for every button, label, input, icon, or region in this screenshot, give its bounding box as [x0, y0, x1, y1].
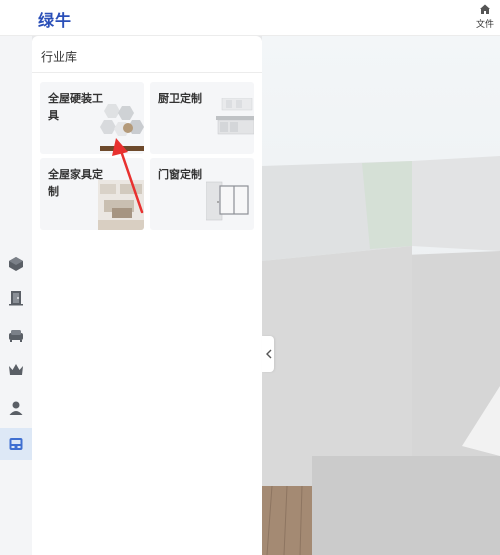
furniture-thumbnail [98, 180, 144, 230]
panel-title: 行业库 [41, 50, 78, 64]
rail-item-door[interactable] [0, 282, 32, 314]
rail-item-furniture[interactable] [0, 319, 32, 351]
crown-icon [9, 364, 23, 375]
rail-item-industry-library[interactable] [0, 428, 32, 460]
app-logo[interactable]: 绿牛 [38, 7, 72, 31]
top-bar: 绿牛 文件 [0, 0, 500, 36]
card-label: 全屋硬装工具 [48, 92, 103, 122]
chevron-left-icon [265, 349, 271, 359]
viewport-scene [262, 156, 500, 555]
door-icon [9, 291, 23, 306]
card-kitchen-bath-custom[interactable]: 厨卫定制 [150, 82, 254, 154]
cube-icon [9, 257, 23, 271]
industry-library-panel: 行业库 全屋硬装工具 厨卫定制 全屋家具定制 门窗定制 [32, 36, 262, 555]
3d-viewport[interactable] [262, 36, 500, 555]
door-window-thumbnail [206, 181, 249, 221]
card-whole-house-hardware-tools[interactable]: 全屋硬装工具 [40, 82, 144, 154]
panel-divider [32, 72, 262, 73]
file-button[interactable]: 文件 [474, 3, 496, 33]
card-whole-house-furniture-custom[interactable]: 全屋家具定制 [40, 158, 144, 230]
file-button-label: 文件 [475, 20, 494, 30]
left-icon-rail [0, 36, 32, 555]
rail-item-user[interactable] [0, 392, 32, 424]
card-label: 厨卫定制 [158, 92, 202, 105]
industry-library-icon [9, 438, 23, 450]
person-icon [9, 401, 23, 415]
kitchen-thumbnail [216, 98, 254, 135]
rail-item-premium[interactable] [0, 354, 32, 386]
rail-item-model[interactable] [0, 248, 32, 280]
card-door-window-custom[interactable]: 门窗定制 [150, 158, 254, 230]
sofa-icon [9, 330, 23, 342]
hexagon-tiles-thumbnail [100, 104, 144, 151]
panel-collapse-tab[interactable] [262, 336, 274, 372]
home-icon [480, 4, 490, 14]
